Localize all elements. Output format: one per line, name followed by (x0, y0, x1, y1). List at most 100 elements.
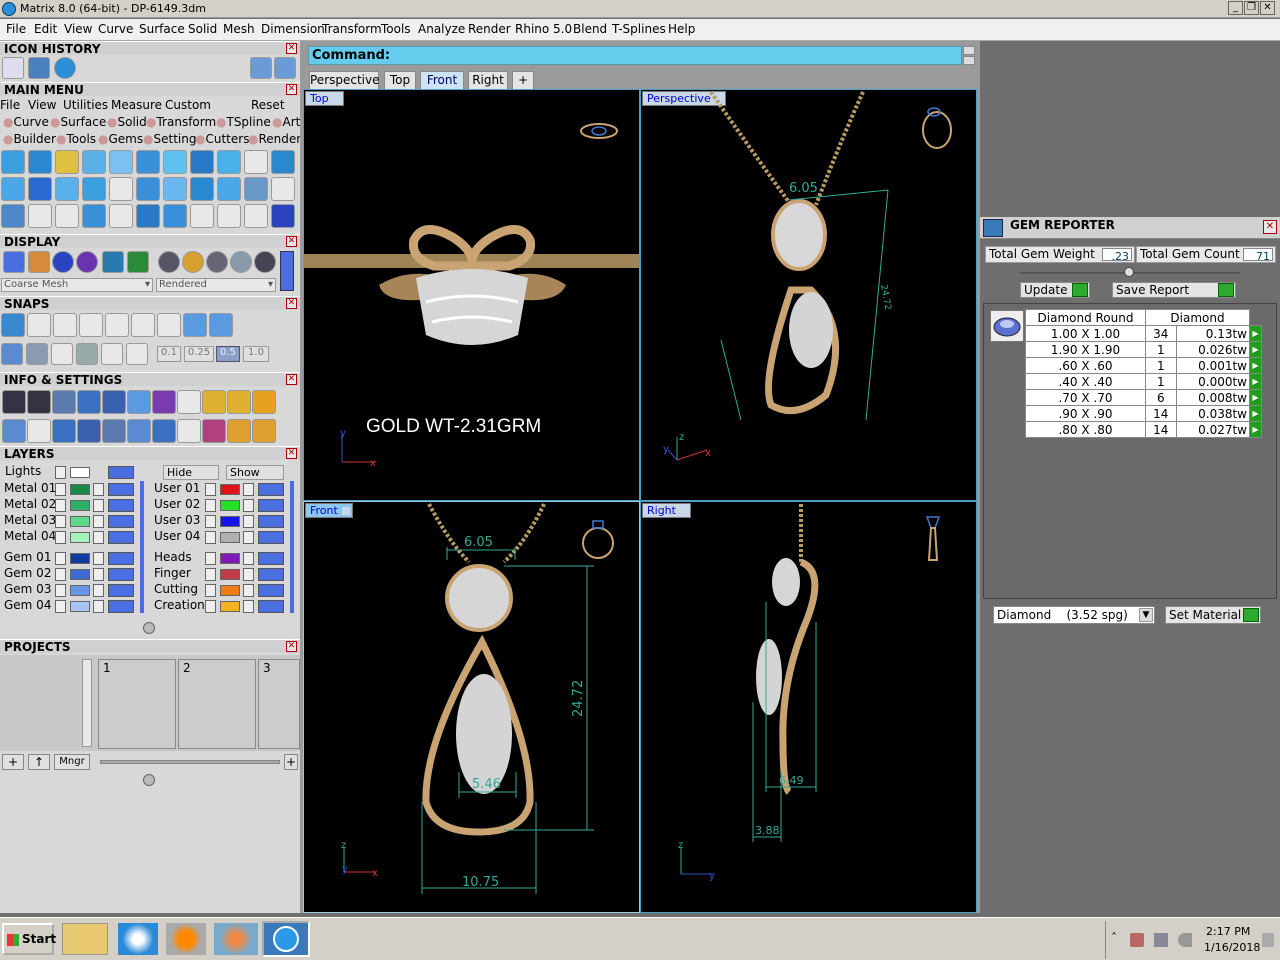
layer-color[interactable] (220, 484, 240, 495)
table-row[interactable]: .40 X .40 1 0.000tw ▶ (1025, 373, 1262, 390)
menu-blend[interactable]: Blend (573, 22, 607, 36)
project-slot-2[interactable]: 2 (178, 659, 256, 749)
inforow2-tool-icon[interactable] (52, 419, 76, 443)
table-row[interactable]: .60 X .60 1 0.001tw ▶ (1025, 357, 1262, 374)
network-icon[interactable] (1154, 933, 1168, 947)
lock-icon[interactable] (243, 552, 254, 565)
mm-cutters[interactable]: ●Cutters (195, 132, 249, 146)
snaprow1-tool-icon[interactable] (53, 313, 77, 337)
lights-color[interactable] (70, 467, 90, 478)
clock-time[interactable]: 2:17 PM (1206, 925, 1250, 938)
inforow2-tool-icon[interactable] (77, 419, 101, 443)
layer-visibility-toggle[interactable] (108, 515, 134, 528)
tg2-tool-icon[interactable] (271, 177, 295, 201)
mm-tools[interactable]: ●Tools (56, 132, 96, 146)
layer-visibility-toggle[interactable] (258, 584, 284, 597)
action-center-icon[interactable] (1130, 933, 1144, 947)
table-row[interactable]: 1.90 X 1.90 1 0.026tw ▶ (1025, 341, 1262, 358)
tg2-tool-icon[interactable] (1, 177, 25, 201)
tg3-tool-icon[interactable] (82, 204, 106, 228)
mm-setting[interactable]: ●Setting (143, 132, 196, 146)
material-select[interactable]: Diamond (3.52 spg) ▼ (993, 606, 1155, 624)
layer-expand[interactable] (55, 499, 66, 512)
tg1-tool-icon[interactable] (109, 150, 133, 174)
tg3-tool-icon[interactable] (163, 204, 187, 228)
layer-expand[interactable] (55, 600, 66, 613)
lock-icon[interactable] (93, 515, 104, 528)
command-line[interactable]: Command: (308, 46, 962, 65)
show-button[interactable]: Show (226, 465, 284, 480)
hide-button[interactable]: Hide (163, 465, 219, 480)
tg1-tool-icon[interactable] (271, 150, 295, 174)
layer-color[interactable] (220, 601, 240, 612)
viewport-perspective[interactable]: Perspective 6.05 24.72 x z y (640, 89, 977, 501)
sphere-purple-icon[interactable] (76, 251, 98, 273)
snaprow2-tool-icon[interactable] (26, 343, 48, 365)
layer-expand[interactable] (55, 531, 66, 544)
play-icon[interactable]: ▶ (1249, 341, 1262, 358)
play-icon[interactable]: ▶ (1249, 389, 1262, 406)
render-mode-select[interactable]: Rendered ▾ (156, 278, 276, 292)
viewport-top[interactable]: Top x y GOLD WT-2.31GRM (303, 89, 640, 501)
table-row[interactable]: .90 X .90 14 0.038tw ▶ (1025, 405, 1262, 422)
layer-color[interactable] (220, 516, 240, 527)
tg1-tool-icon[interactable] (1, 150, 25, 174)
close-icon[interactable]: ✕ (1263, 220, 1277, 234)
add-slot-button[interactable]: + (284, 754, 298, 770)
menu-render[interactable]: Render (468, 22, 511, 36)
layer-color[interactable] (70, 500, 90, 511)
inforow2-tool-icon[interactable] (102, 419, 126, 443)
layer-visibility-toggle[interactable] (108, 552, 134, 565)
tg3-tool-icon[interactable] (136, 204, 160, 228)
tg3-tool-icon[interactable] (109, 204, 133, 228)
inforow1-tool-icon[interactable] (27, 390, 51, 414)
snaprow1-tool-icon[interactable] (27, 313, 51, 337)
mm-transform[interactable]: ●Transform (146, 115, 216, 129)
layer-visibility-toggle[interactable] (108, 483, 134, 496)
tg2-tool-icon[interactable] (163, 177, 187, 201)
command-up-button[interactable] (963, 46, 975, 55)
layer-expand[interactable] (205, 552, 216, 565)
up-project-button[interactable]: ↑ (28, 754, 50, 770)
tg3-tool-icon[interactable] (271, 204, 295, 228)
add-tab-button[interactable]: + (512, 71, 534, 90)
viewport-right[interactable]: Right 6.49 3.88 y z (640, 501, 977, 913)
lock-icon[interactable] (243, 568, 254, 581)
menu-tools[interactable]: Tools (381, 22, 411, 36)
inforow1-tool-icon[interactable] (177, 390, 201, 414)
tg2-tool-icon[interactable] (217, 177, 241, 201)
layer-expand[interactable] (205, 515, 216, 528)
inforow2-tool-icon[interactable] (177, 419, 201, 443)
layer-expand[interactable] (55, 552, 66, 565)
sphere-blue-icon[interactable] (52, 251, 74, 273)
snaprow1-tool-icon[interactable] (209, 313, 233, 337)
set-material-button[interactable]: Set Material (1165, 606, 1261, 624)
projects-slider[interactable] (100, 760, 280, 764)
inforow2-tool-icon[interactable] (27, 419, 51, 443)
tg2-tool-icon[interactable] (244, 177, 268, 201)
mm-gems[interactable]: ●Gems (98, 132, 143, 146)
layer-color[interactable] (220, 553, 240, 564)
layer-color[interactable] (220, 532, 240, 543)
menu-file[interactable]: File (6, 22, 26, 36)
mm-utilities[interactable]: Utilities (63, 98, 108, 112)
inforow2-tool-icon[interactable] (252, 419, 276, 443)
inforow1-tool-icon[interactable] (252, 390, 276, 414)
menu-dimension[interactable]: Dimension (261, 22, 325, 36)
menu-surface[interactable]: Surface (139, 22, 185, 36)
layer-color[interactable] (70, 585, 90, 596)
play-icon[interactable]: ▶ (1249, 325, 1262, 342)
close-icon[interactable]: ✕ (286, 448, 297, 459)
mm-measure[interactable]: Measure (111, 98, 162, 112)
mm-file[interactable]: File (0, 98, 20, 112)
close-icon[interactable]: ✕ (286, 43, 297, 54)
collapse-icon[interactable] (143, 774, 155, 786)
restore-button[interactable]: ❐ (1244, 1, 1259, 15)
tg2-tool-icon[interactable] (190, 177, 214, 201)
snaprow2-tool-icon[interactable] (101, 343, 123, 365)
tg2-tool-icon[interactable] (55, 177, 79, 201)
menu-transform[interactable]: Transform (322, 22, 382, 36)
lock-icon[interactable] (93, 499, 104, 512)
tg1-tool-icon[interactable] (190, 150, 214, 174)
mm-solid[interactable]: ●Solid (107, 115, 147, 129)
